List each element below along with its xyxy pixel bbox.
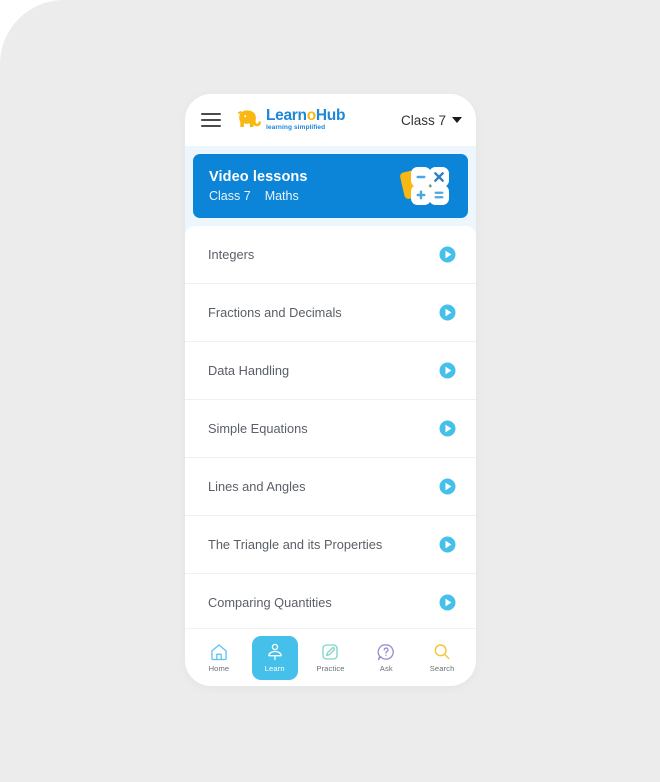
app-header: LearnoHub learning simplified Class 7 [185,94,476,146]
maths-operators-icon [400,167,449,205]
play-icon[interactable] [439,246,456,263]
lesson-title: Lines and Angles [208,479,306,494]
video-lessons-banner[interactable]: Video lessons Class 7 Maths [193,154,468,218]
lesson-row[interactable]: Integers [185,226,476,284]
class-selector-label: Class 7 [400,112,446,128]
nav-item-search[interactable]: Search [419,636,465,680]
banner-subtitle: Class 7 Maths [209,189,308,203]
page-canvas: LearnoHub learning simplified Class 7 Vi… [0,0,660,782]
lesson-row[interactable]: Lines and Angles [185,458,476,516]
lesson-title: Comparing Quantities [208,595,332,610]
class-selector[interactable]: Class 7 [401,113,462,128]
play-icon[interactable] [439,304,456,321]
lesson-row[interactable]: Simple Equations [185,400,476,458]
logo-prefix: Learn [266,106,307,124]
lesson-title: Data Handling [208,363,290,378]
banner-title: Video lessons [209,169,308,185]
lesson-title: Fractions and Decimals [208,305,342,320]
logo-text: LearnoHub learning simplified [266,108,345,132]
logo-accent-o: o [306,106,316,124]
hamburger-icon[interactable] [201,112,221,128]
lesson-title: Simple Equations [208,421,308,436]
lesson-row[interactable]: Data Handling [185,342,476,400]
logo-tagline: learning simplified [266,124,326,132]
nav-item-home[interactable]: Home [196,636,242,680]
nav-label: Ask [379,664,393,673]
lesson-title: Integers [208,247,255,262]
logo-wordmark: LearnoHub [266,108,345,124]
nav-label: Home [208,664,230,673]
nav-label: Practice [316,664,345,673]
house-icon [211,644,227,661]
nav-item-practice[interactable]: Practice [307,636,353,680]
play-icon[interactable] [439,536,456,553]
question-bubble-icon [377,644,395,661]
hamburger-line [201,112,221,115]
phone-frame: LearnoHub learning simplified Class 7 Vi… [185,94,476,686]
nav-label: Search [429,664,455,673]
logo-suffix: Hub [315,106,346,124]
lesson-row[interactable]: Fractions and Decimals [185,284,476,342]
lesson-row[interactable]: Comparing Quantities [185,574,476,628]
lesson-list: Integers Fractions and Decimals Data Han… [185,226,476,628]
lesson-title: The Triangle and its Properties [208,537,383,552]
lesson-row[interactable]: The Triangle and its Properties [185,516,476,574]
play-icon[interactable] [439,594,456,611]
play-icon[interactable] [439,420,456,437]
app-logo[interactable]: LearnoHub learning simplified [235,108,345,132]
hamburger-line [201,125,221,128]
nav-item-learn[interactable]: Learn [251,635,298,680]
bottom-navigation: Home Learn Practice Ask Search [185,628,476,686]
pencil-note-icon [322,644,339,660]
nav-item-ask[interactable]: Ask [363,636,409,680]
banner-subject-label: Maths [264,189,299,203]
play-icon[interactable] [439,478,456,495]
minus-symbol [416,175,426,179]
elephant-icon [237,110,261,127]
play-icon[interactable] [439,362,456,379]
app-body: Video lessons Class 7 Maths Integers Fra… [185,146,476,628]
chevron-down-icon [452,117,462,123]
banner-text-group: Video lessons Class 7 Maths [209,169,308,203]
student-desk-icon [267,643,282,661]
nav-label: Learn [264,664,285,673]
banner-class-label: Class 7 [209,189,251,203]
hamburger-line [201,118,221,122]
magnifier-icon [434,644,450,660]
